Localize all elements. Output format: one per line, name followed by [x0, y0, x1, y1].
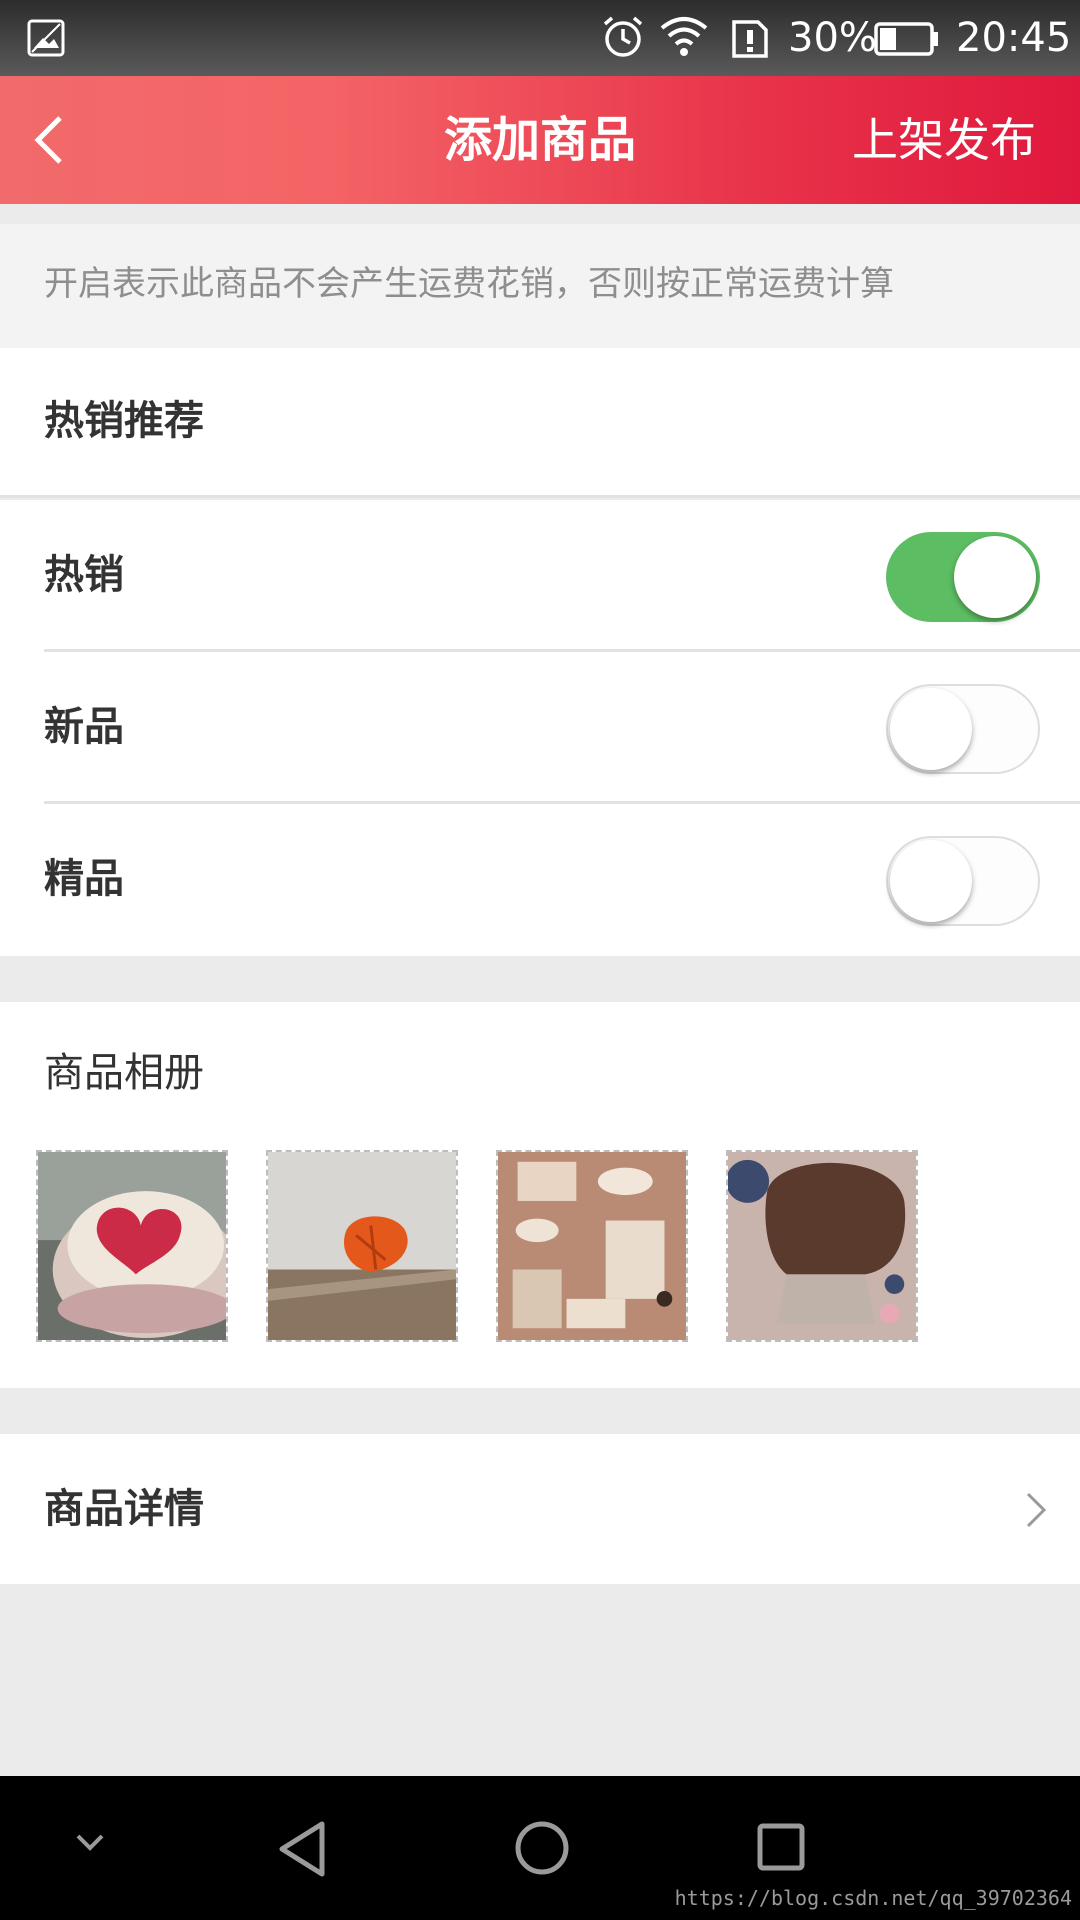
- alarm-icon: [603, 16, 643, 57]
- section-title: 热销推荐: [44, 398, 204, 444]
- new-toggle-switch[interactable]: [886, 684, 1040, 774]
- shipping-notice: 开启表示此商品不会产生运费花销，否则按正常运费计算: [0, 224, 1080, 348]
- watermark: https://blog.csdn.net/qq_39702364: [674, 1886, 1072, 1910]
- notice-text: 开启表示此商品不会产生运费花销，否则按正常运费计算: [44, 264, 894, 304]
- status-bar: 30% 20:45: [0, 0, 1080, 76]
- hot-toggle-switch[interactable]: [886, 532, 1040, 622]
- toggle-row-hot: 热销: [0, 500, 1080, 652]
- toggle-label: 新品: [44, 704, 124, 750]
- heart-cupcake-photo: [38, 1152, 226, 1340]
- gallery-icon: [27, 19, 65, 57]
- app-bar: 添加商品 上架发布: [0, 76, 1080, 204]
- album-image[interactable]: [496, 1150, 688, 1342]
- featured-toggle-switch[interactable]: [886, 836, 1040, 926]
- wifi-icon: [660, 17, 708, 56]
- toggle-label: 精品: [44, 856, 124, 902]
- hot-recommend-header: 热销推荐: [0, 348, 1080, 498]
- album-image[interactable]: [726, 1150, 918, 1342]
- sim-icon: [732, 20, 768, 58]
- toggle-row-new: 新品: [0, 652, 1080, 804]
- back-triangle-icon[interactable]: [276, 1820, 328, 1878]
- chocolate-muffin-photo: [728, 1152, 916, 1340]
- system-nav-bar: https://blog.csdn.net/qq_39702364: [0, 1776, 1080, 1920]
- toggle-label: 热销: [44, 552, 124, 598]
- chevron-right-icon: [1026, 1492, 1047, 1528]
- detail-label: 商品详情: [44, 1486, 204, 1532]
- product-detail-row[interactable]: 商品详情: [0, 1434, 1080, 1584]
- album-title: 商品相册: [44, 1050, 204, 1096]
- recent-square-icon[interactable]: [756, 1822, 806, 1872]
- home-circle-icon[interactable]: [514, 1820, 570, 1876]
- switch-knob: [954, 536, 1036, 618]
- toggle-row-featured: 精品: [0, 804, 1080, 956]
- battery-percent: 30%: [788, 15, 877, 61]
- album-image[interactable]: [36, 1150, 228, 1342]
- chevron-down-icon[interactable]: [74, 1830, 106, 1854]
- product-album: 商品相册: [0, 1002, 1080, 1388]
- toggle-list: 热销 新品 精品: [0, 500, 1080, 956]
- switch-knob: [890, 688, 972, 770]
- publish-button[interactable]: 上架发布: [852, 112, 1036, 168]
- switch-knob: [890, 840, 972, 922]
- clock: 20:45: [956, 15, 1072, 61]
- battery-icon: [874, 22, 938, 56]
- physalis-photo: [268, 1152, 456, 1340]
- cafe-illustration-photo: [498, 1152, 686, 1340]
- album-image[interactable]: [266, 1150, 458, 1342]
